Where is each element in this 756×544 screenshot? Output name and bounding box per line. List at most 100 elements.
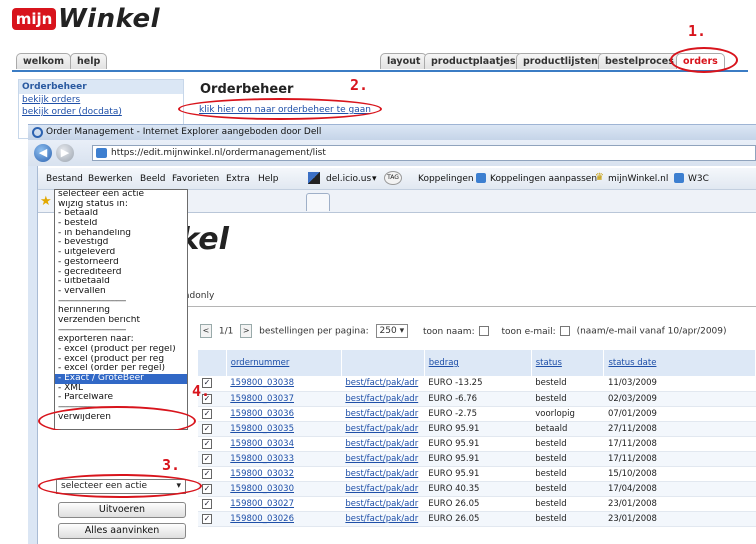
order-doc-links[interactable]: best/fact/pak/adr bbox=[345, 394, 418, 404]
toolbar-w3c[interactable]: W3C bbox=[688, 174, 709, 184]
tab-productplaatjes[interactable]: productplaatjes bbox=[424, 53, 523, 69]
page-icon bbox=[96, 148, 107, 158]
back-arrow-icon[interactable]: ◀ bbox=[34, 144, 52, 162]
tab-help[interactable]: help bbox=[70, 53, 108, 69]
order-amount: EURO -2.75 bbox=[424, 406, 532, 422]
menu-help[interactable]: Help bbox=[258, 174, 279, 184]
col-ordernummer[interactable]: ordernummer bbox=[226, 350, 342, 376]
orders-table: ordernummer bedrag status status date ✓ 1… bbox=[198, 350, 756, 527]
row-checkbox[interactable]: ✓ bbox=[198, 421, 227, 437]
dropdown-option[interactable]: - excel (product per reg bbox=[55, 355, 187, 365]
dropdown-option[interactable]: - vervallen bbox=[55, 287, 187, 297]
col-status-date[interactable]: status date bbox=[603, 350, 756, 376]
order-doc-links[interactable]: best/fact/pak/adr bbox=[345, 454, 418, 464]
col-status[interactable]: status bbox=[531, 350, 605, 376]
check-all-button[interactable]: Alles aanvinken bbox=[58, 523, 186, 539]
dropdown-option[interactable]: wijzig status in: bbox=[55, 200, 187, 210]
sidebar-link-bekijk-order-docdata[interactable]: bekijk order (docdata) bbox=[19, 106, 183, 118]
dropdown-option[interactable]: - gestorneerd bbox=[55, 258, 187, 268]
order-number-link[interactable]: 159800_03030 bbox=[230, 484, 294, 494]
address-bar[interactable]: https://edit.mijnwinkel.nl/ordermanageme… bbox=[92, 145, 756, 161]
tag-icon[interactable]: TAG bbox=[384, 171, 402, 185]
sidebar-link-bekijk-orders[interactable]: bekijk orders bbox=[19, 94, 183, 106]
order-number-link[interactable]: 159800_03034 bbox=[230, 439, 294, 449]
order-number-link[interactable]: 159800_03033 bbox=[230, 454, 294, 464]
ie-logo-icon bbox=[32, 127, 43, 138]
order-doc-links[interactable]: best/fact/pak/adr bbox=[345, 409, 418, 419]
dropdown-option[interactable]: herinnering bbox=[55, 306, 187, 316]
forward-arrow-icon[interactable]: ▶ bbox=[56, 144, 74, 162]
toolbar-koppelingen[interactable]: Koppelingen bbox=[418, 174, 474, 184]
toolbar-koppelingen-aanpassen[interactable]: Koppelingen aanpassen bbox=[490, 174, 597, 184]
order-status: besteld bbox=[531, 391, 604, 407]
col-bedrag[interactable]: bedrag bbox=[424, 350, 532, 376]
dropdown-option[interactable]: - uitgeleverd bbox=[55, 248, 187, 258]
dropdown-option[interactable]: - uitbetaald bbox=[55, 277, 187, 287]
menu-beeld[interactable]: Beeld bbox=[140, 174, 165, 184]
order-number-link[interactable]: 159800_03026 bbox=[230, 514, 294, 524]
order-status-date: 15/10/2008 bbox=[603, 466, 756, 482]
tab-productlijsten[interactable]: productlijsten bbox=[516, 53, 605, 69]
new-tab-button[interactable] bbox=[306, 193, 330, 211]
dropdown-option[interactable]: - XML bbox=[55, 384, 187, 394]
row-checkbox[interactable]: ✓ bbox=[198, 511, 227, 527]
order-status: besteld bbox=[531, 481, 604, 497]
per-page-select[interactable]: 250 ▾ bbox=[375, 324, 409, 338]
order-doc-links[interactable]: best/fact/pak/adr bbox=[345, 484, 418, 494]
menu-favorieten[interactable]: Favorieten bbox=[172, 174, 219, 184]
table-row: ✓ 159800_03033 best/fact/pak/adr EURO 95.91… bbox=[198, 451, 756, 467]
dropdown-option[interactable]: selecteer een actie bbox=[55, 190, 187, 200]
dropdown-option[interactable]: - besteld bbox=[55, 219, 187, 229]
order-number-link[interactable]: 159800_03032 bbox=[230, 469, 294, 479]
order-number-link[interactable]: 159800_03038 bbox=[230, 378, 294, 388]
order-doc-links[interactable]: best/fact/pak/adr bbox=[345, 499, 418, 509]
order-status-date: 23/01/2008 bbox=[603, 511, 756, 527]
favorites-star-icon[interactable]: ★ bbox=[40, 194, 52, 209]
order-status-date: 17/11/2008 bbox=[603, 451, 756, 467]
toolbar-mijnwinkel[interactable]: mijnWinkel.nl bbox=[608, 174, 668, 184]
dropdown-option[interactable]: - in behandeling bbox=[55, 229, 187, 239]
order-number-link[interactable]: 159800_03037 bbox=[230, 394, 294, 404]
order-doc-links[interactable]: best/fact/pak/adr bbox=[345, 378, 418, 388]
order-doc-links[interactable]: best/fact/pak/adr bbox=[345, 469, 418, 479]
order-doc-links[interactable]: best/fact/pak/adr bbox=[345, 424, 418, 434]
dropdown-option[interactable]: - gecrediteerd bbox=[55, 268, 187, 278]
order-doc-links[interactable]: best/fact/pak/adr bbox=[345, 439, 418, 449]
annotation-step-2: 2. bbox=[350, 76, 369, 94]
dropdown-arrow-icon[interactable]: ▾ bbox=[372, 174, 377, 184]
pager-note: (naam/e-mail vanaf 10/apr/2009) bbox=[576, 326, 727, 337]
row-checkbox[interactable]: ✓ bbox=[198, 406, 227, 422]
show-email-checkbox[interactable] bbox=[559, 326, 570, 336]
row-checkbox[interactable]: ✓ bbox=[198, 496, 227, 512]
dropdown-option[interactable]: exporteren naar: bbox=[55, 335, 187, 345]
row-checkbox[interactable]: ✓ bbox=[198, 451, 227, 467]
prev-page-icon[interactable]: < bbox=[200, 324, 212, 338]
next-page-icon[interactable]: > bbox=[240, 324, 253, 338]
dropdown-option[interactable]: - Parcelware bbox=[55, 393, 187, 403]
dropdown-option[interactable]: - excel (product per regel) bbox=[55, 345, 187, 355]
checkmark-icon: ✓ bbox=[202, 468, 212, 479]
dropdown-option[interactable]: - bevestigd bbox=[55, 238, 187, 248]
row-checkbox[interactable]: ✓ bbox=[198, 466, 227, 482]
tab-layout[interactable]: layout bbox=[380, 53, 428, 69]
action-dropdown-list[interactable]: selecteer een actie wijzig status in: - be… bbox=[54, 189, 188, 430]
row-checkbox[interactable]: ✓ bbox=[198, 436, 227, 452]
dropdown-option[interactable]: - excel (order per regel) bbox=[55, 364, 187, 374]
menu-bestand[interactable]: Bestand bbox=[46, 174, 83, 184]
menu-extra[interactable]: Extra bbox=[226, 174, 250, 184]
dropdown-option[interactable]: - betaald bbox=[55, 209, 187, 219]
menu-bewerken[interactable]: Bewerken bbox=[88, 174, 132, 184]
toolbar-delicious[interactable]: del.icio.us bbox=[326, 174, 371, 184]
dropdown-option[interactable]: verzenden bericht bbox=[55, 316, 187, 326]
order-number-link[interactable]: 159800_03027 bbox=[230, 499, 294, 509]
show-name-checkbox[interactable] bbox=[478, 326, 489, 336]
order-number-link[interactable]: 159800_03035 bbox=[230, 424, 294, 434]
tab-welkom[interactable]: welkom bbox=[16, 53, 71, 69]
dropdown-option[interactable]: - Exact / GroteBeer bbox=[55, 374, 187, 384]
order-doc-links[interactable]: best/fact/pak/adr bbox=[345, 514, 418, 524]
order-number-link[interactable]: 159800_03036 bbox=[230, 409, 294, 419]
order-amount: EURO 40.35 bbox=[424, 481, 532, 497]
row-checkbox[interactable]: ✓ bbox=[198, 481, 227, 497]
execute-button[interactable]: Uitvoeren bbox=[58, 502, 186, 518]
tab-bestelproces[interactable]: bestelproces bbox=[598, 53, 681, 69]
